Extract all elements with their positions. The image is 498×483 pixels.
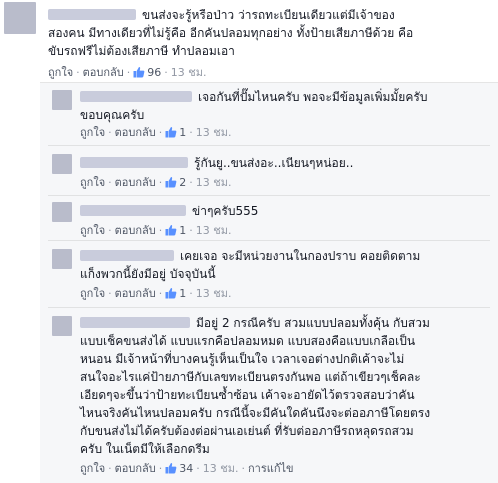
- like-count: 1: [179, 126, 187, 139]
- like-count: 1: [179, 287, 187, 300]
- divider: [48, 240, 490, 241]
- comment-actions: ถูกใจ · ตอบกลับ · 96 · 13 ชม.: [48, 66, 207, 79]
- thumbs-up-icon: [133, 67, 145, 78]
- reply-text: รู้กันยู..ขนส่งอะ..เนียนๆหน่อย..: [80, 154, 353, 172]
- reply-text-line-2: ขอบคุณครับ: [80, 108, 145, 122]
- timestamp[interactable]: 13 ชม.: [196, 176, 232, 189]
- thumbs-up-icon: [165, 225, 177, 236]
- avatar[interactable]: [52, 202, 72, 222]
- like-count-button[interactable]: 34: [165, 462, 193, 475]
- avatar[interactable]: [52, 154, 72, 174]
- reply-actions: ถูกใจ · ตอบกลับ · 1 · 13 ชม.: [80, 126, 232, 139]
- like-count-button[interactable]: 2: [165, 176, 186, 189]
- comment-text-line-3: ขับรถฟรีไม่ต้องเสียภาษี ทำปลอมเอา: [48, 44, 235, 58]
- thumbs-up-icon: [165, 127, 177, 138]
- reply-link[interactable]: ตอบกลับ: [115, 462, 156, 475]
- replier-name[interactable]: [80, 250, 174, 261]
- like-link[interactable]: ถูกใจ: [80, 126, 105, 139]
- like-count: 2: [179, 176, 187, 189]
- reply-actions: ถูกใจ · ตอบกลับ · 34 · 13 ชม. · การแก้ไข: [80, 462, 294, 475]
- reply-link[interactable]: ตอบกลับ: [115, 224, 156, 237]
- like-count-button[interactable]: 1: [165, 224, 186, 237]
- like-link[interactable]: ถูกใจ: [80, 462, 105, 475]
- reply-text-line-8: ครับ ในเน็ตมีให้เลือกดรีม: [80, 442, 210, 456]
- like-link[interactable]: ถูกใจ: [80, 176, 105, 189]
- commenter-name[interactable]: [48, 9, 136, 20]
- comment-text: ขนส่งจะรู้หรือป่าว ว่ารถทะเบียนเดียวแต่ม…: [48, 6, 395, 24]
- reply-actions: ถูกใจ · ตอบกลับ · 1 · 13 ชม.: [80, 287, 232, 300]
- like-count-button[interactable]: 1: [165, 287, 186, 300]
- reply-text: เจอกันที่ปั๊มไหนครับ พอจะมีข้อมูลเพิ่มมั…: [80, 88, 427, 106]
- like-count: 96: [147, 66, 162, 79]
- avatar[interactable]: [52, 249, 72, 269]
- replier-name[interactable]: [80, 91, 192, 102]
- reply-text: ข่าๆครับ555: [80, 202, 258, 220]
- reply-link[interactable]: ตอบกลับ: [115, 176, 156, 189]
- divider: [48, 307, 490, 308]
- replier-name[interactable]: [80, 317, 190, 328]
- thumbs-up-icon: [165, 463, 177, 474]
- avatar[interactable]: [4, 2, 36, 34]
- reply-text-line-1: เจอกันที่ปั๊มไหนครับ พอจะมีข้อมูลเพิ่มมั…: [198, 90, 428, 104]
- edit-history-link[interactable]: การแก้ไข: [248, 462, 294, 475]
- thumbs-up-icon: [165, 288, 177, 299]
- reply-text-line-1: ข่าๆครับ555: [192, 204, 259, 218]
- timestamp[interactable]: 13 ชม.: [196, 287, 232, 300]
- avatar[interactable]: [52, 90, 72, 110]
- divider: [48, 145, 490, 146]
- comment-item: ขนส่งจะรู้หรือป่าว ว่ารถทะเบียนเดียวแต่ม…: [0, 0, 498, 82]
- replier-name[interactable]: [80, 157, 188, 168]
- reply-text-line-2: แก็งพวกนี้ยังมีอยู่ บัจจุบันนี้: [80, 267, 216, 281]
- timestamp[interactable]: 13 ชม.: [203, 462, 239, 475]
- replier-name[interactable]: [80, 205, 186, 216]
- reply-link[interactable]: ตอบกลับ: [115, 287, 156, 300]
- comment-text-line-2: สองคน มีทางเดียวที่ไม่รู้คือ อีกคันปลอมท…: [48, 26, 414, 40]
- thumbs-up-icon: [165, 177, 177, 188]
- reply-text: มีอยู่ 2 กรณีครับ สวมแบบปลอมทั้งคุ้น กับ…: [80, 314, 430, 332]
- like-link[interactable]: ถูกใจ: [80, 287, 105, 300]
- reply-text-line-1: มีอยู่ 2 กรณีครับ สวมแบบปลอมทั้งคุ้น กับ…: [196, 316, 430, 330]
- reply-link[interactable]: ตอบกลับ: [115, 126, 156, 139]
- like-count: 1: [179, 224, 187, 237]
- comment-text-line-1: ขนส่งจะรู้หรือป่าว ว่ารถทะเบียนเดียวแต่ม…: [142, 8, 395, 22]
- reply-text-line-7: กับขนส่งไม่ได้ครับต้องต่อผ่านเอเย่นต์ ที…: [80, 424, 414, 438]
- reply-text-line-2: แบบเช็คขนส่งได้ แบบแรกคือปลอมหมด แบบสองค…: [80, 334, 416, 348]
- reply-text: เคยเจอ จะมีหน่วยงานในกองปราบ คอยติดตาม: [80, 247, 420, 265]
- like-link[interactable]: ถูกใจ: [48, 66, 73, 79]
- reply-text-line-3: หนอน มีเจ้าหน้าที่บางคนรู้เห็นเป็นใจ เวล…: [80, 352, 405, 366]
- reply-actions: ถูกใจ · ตอบกลับ · 1 · 13 ชม.: [80, 224, 232, 237]
- timestamp[interactable]: 13 ชม.: [196, 126, 232, 139]
- like-count-button[interactable]: 1: [165, 126, 186, 139]
- like-count: 34: [179, 462, 194, 475]
- reply-text-line-1: รู้กันยู..ขนส่งอะ..เนียนๆหน่อย..: [194, 156, 354, 170]
- reply-text-line-6: ไหนจริงคันไหนปลอมครับ กรณีนี้จะมีคันใดคั…: [80, 406, 431, 420]
- reply-text-line-1: เคยเจอ จะมีหน่วยงานในกองปราบ คอยติดตาม: [180, 249, 421, 263]
- timestamp[interactable]: 13 ชม.: [171, 66, 207, 79]
- reply-actions: ถูกใจ · ตอบกลับ · 2 · 13 ชม.: [80, 176, 232, 189]
- reply-text-line-5: เอียดๆจะขึ้นว่าป้ายทะเบียนซ้ำซ้อน เค้าจะ…: [80, 388, 415, 402]
- reply-text-line-4: สนใจอะไรแค่ป้ายภาษีกับเลขทะเบียนตรงกันพอ…: [80, 370, 421, 384]
- like-count-button[interactable]: 96: [133, 66, 161, 79]
- divider: [48, 195, 490, 196]
- like-link[interactable]: ถูกใจ: [80, 224, 105, 237]
- timestamp[interactable]: 13 ชม.: [196, 224, 232, 237]
- avatar[interactable]: [52, 316, 72, 336]
- reply-link[interactable]: ตอบกลับ: [83, 66, 124, 79]
